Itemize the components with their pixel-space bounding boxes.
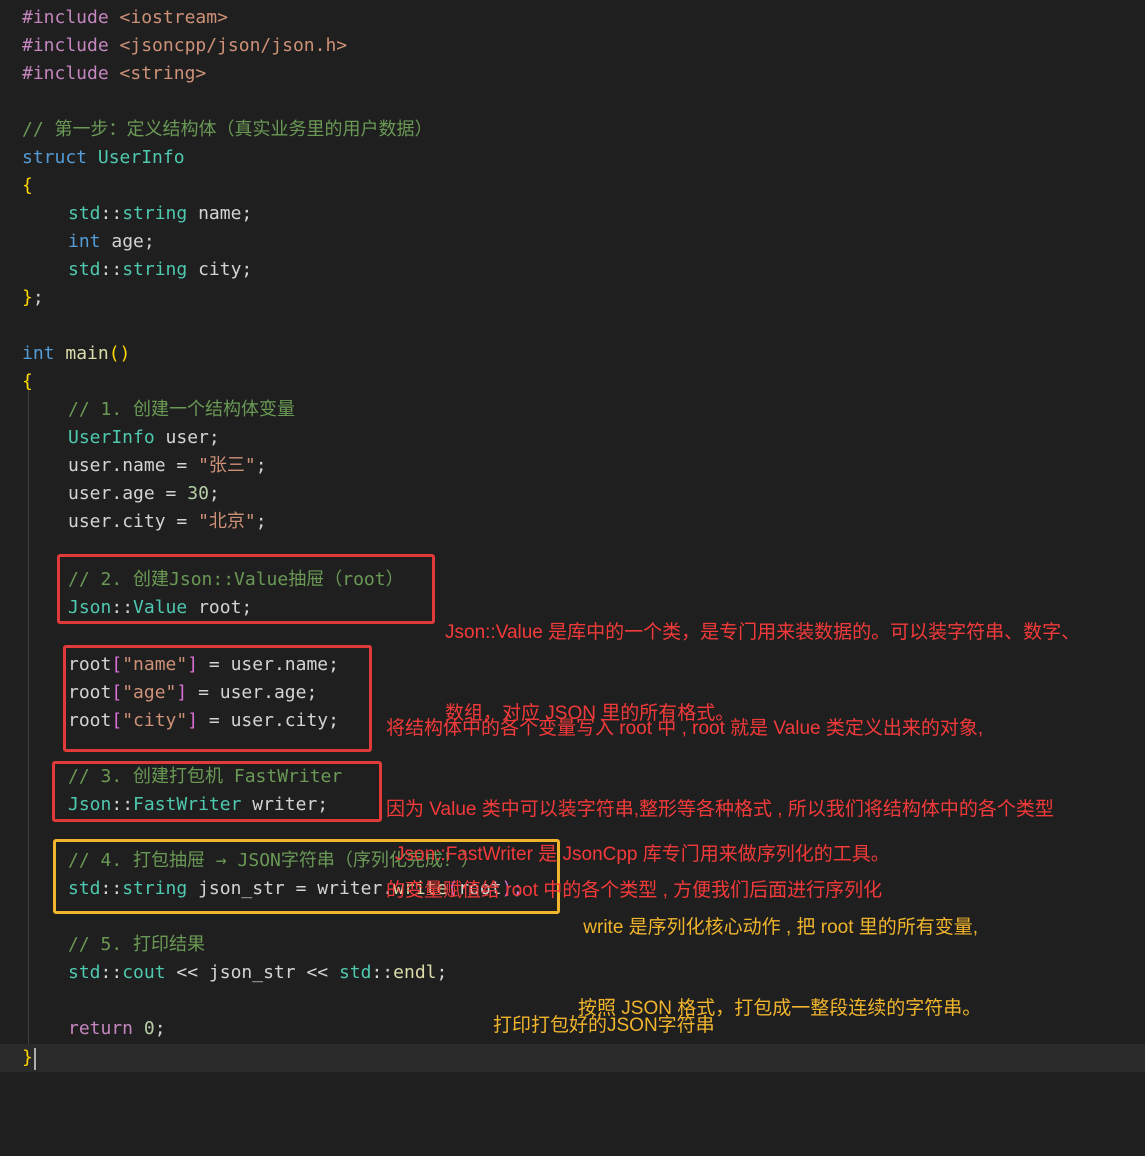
comment: // 1. 创建一个结构体变量 [68, 399, 296, 420]
token: cout [122, 962, 166, 983]
token: #include [22, 35, 109, 56]
token: :: [100, 259, 123, 280]
note-line: Json::Value 是库中的一个类，是专门用来装数据的。可以装字符串、数字、 [445, 622, 1081, 643]
token: ; [32, 287, 44, 308]
token: user; [154, 427, 220, 448]
note-print: 打印打包好的JSON字符串 [493, 958, 715, 1093]
token: 0 [143, 1018, 155, 1039]
token: name; [187, 203, 253, 224]
token: () [108, 343, 131, 364]
brace: { [22, 175, 33, 196]
code-line-15: // 1. 创建一个结构体变量 [0, 396, 1145, 424]
code-line-2: #include <jsoncpp/json/json.h> [0, 32, 1145, 60]
token: << json_str << [165, 962, 339, 983]
token: main [65, 343, 109, 364]
token: int [22, 343, 55, 364]
comment: // 5. 打印结果 [68, 934, 206, 955]
code-editor[interactable]: #include <iostream> #include <jsoncpp/js… [0, 0, 1145, 1092]
token: ; [208, 483, 220, 504]
token: :: [100, 962, 123, 983]
code-line-5: // 第一步：定义结构体（真实业务里的用户数据） [0, 116, 1145, 144]
code-line-14: { [0, 368, 1145, 396]
token: int [68, 231, 101, 252]
token: user [68, 483, 112, 504]
code-line-1: #include <iostream> [0, 4, 1145, 32]
token: "张三" [198, 455, 256, 476]
code-line-18: user.age = 30; [0, 480, 1145, 508]
token: string [122, 259, 188, 280]
token: = [165, 455, 199, 476]
token: std [338, 962, 372, 983]
token: :: [371, 962, 394, 983]
token: ; [436, 962, 448, 983]
code-line-17: user.name = "张三"; [0, 452, 1145, 480]
comment: // 第一步：定义结构体（真实业务里的用户数据） [22, 119, 433, 140]
code-line-13: int main() [0, 340, 1145, 368]
code-line-9: int age; [0, 228, 1145, 256]
code-line-6: struct UserInfo [0, 144, 1145, 172]
token: UserInfo [68, 427, 155, 448]
token: <jsoncpp/json/json.h> [119, 35, 348, 56]
token: ; [255, 455, 267, 476]
code-line-16: UserInfo user; [0, 424, 1145, 452]
token: return [68, 1018, 134, 1039]
token: age; [100, 231, 155, 252]
text-cursor [34, 1048, 36, 1070]
note-line: 将结构体中的各个变量写入 root 中 , root 就是 Value 类定义出… [386, 718, 984, 739]
token: . [111, 483, 123, 504]
code-line-7: { [0, 172, 1145, 200]
token: :: [100, 203, 123, 224]
brace: } [22, 1047, 33, 1068]
token: "北京" [198, 511, 256, 532]
token: string [122, 203, 188, 224]
token: name [122, 455, 166, 476]
token: user [68, 455, 112, 476]
note-line: write 是序列化核心动作 , 把 root 里的所有变量, [578, 917, 979, 938]
brace: { [22, 371, 33, 392]
token: 30 [187, 483, 209, 504]
token: . [111, 511, 123, 532]
code-line-11: }; [0, 284, 1145, 312]
token: std [68, 203, 101, 224]
code-line-10: std::string city; [0, 256, 1145, 284]
token: std [68, 962, 101, 983]
token: endl [393, 962, 437, 983]
token: ; [255, 511, 267, 532]
token: <string> [119, 63, 207, 84]
code-line-19: user.city = "北京"; [0, 508, 1145, 536]
code-line-3: #include <string> [0, 60, 1145, 88]
token: city [122, 511, 166, 532]
token: age [122, 483, 155, 504]
token: #include [22, 63, 109, 84]
token: city; [187, 259, 253, 280]
code-line-8: std::string name; [0, 200, 1145, 228]
note-line: 打印打包好的JSON字符串 [493, 1015, 715, 1036]
highlight-box-json-value [57, 554, 435, 624]
token: = [154, 483, 188, 504]
highlight-box-fastwriter [52, 761, 382, 822]
token: user [68, 511, 112, 532]
token: <iostream> [119, 7, 228, 28]
token: UserInfo [97, 147, 185, 168]
highlight-box-root-assign [63, 645, 372, 752]
token: #include [22, 7, 109, 28]
brace: } [22, 287, 33, 308]
token: std [68, 259, 101, 280]
token: struct [22, 147, 88, 168]
token: ; [154, 1018, 166, 1039]
token: . [111, 455, 123, 476]
token: = [165, 511, 199, 532]
